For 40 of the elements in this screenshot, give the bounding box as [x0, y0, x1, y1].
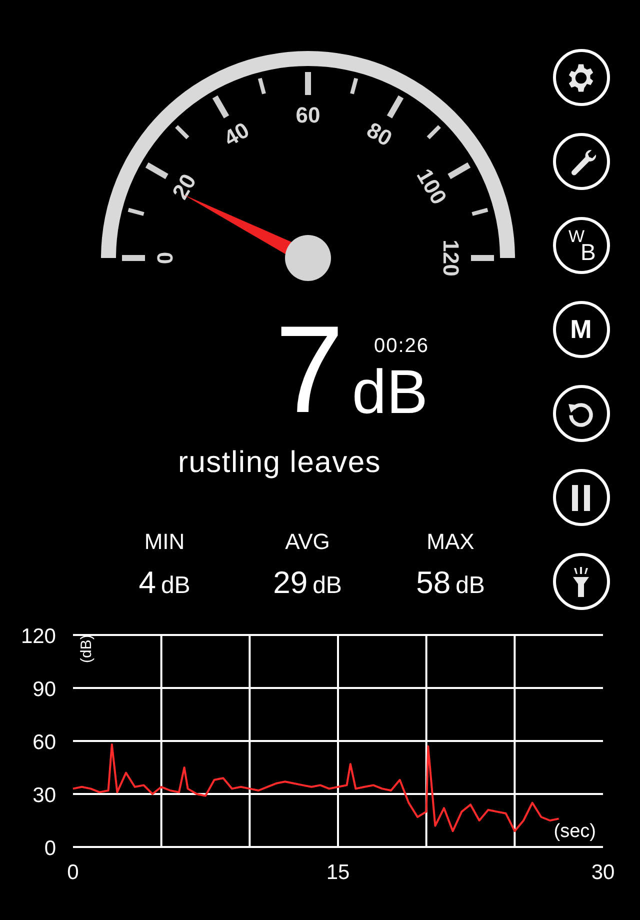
stat-label: MAX: [426, 531, 474, 553]
scale-label: 60: [296, 102, 320, 128]
flashlight-icon: [570, 566, 592, 596]
stat-label: AVG: [285, 531, 330, 553]
scale-label: 100: [412, 164, 452, 209]
wrench-button[interactable]: [552, 133, 610, 190]
needle-hub: [285, 235, 331, 281]
scale-label: 40: [220, 117, 254, 152]
stat-value: 4: [138, 567, 156, 598]
unit-label: dB: [352, 362, 428, 424]
sound-description: rustling leaves: [178, 446, 382, 479]
scale-label: 120: [438, 240, 464, 276]
axis-label: 0: [44, 837, 56, 860]
axis-label: 30: [591, 861, 615, 884]
axis-title: (sec): [554, 821, 596, 842]
elapsed-timer: 00:26: [374, 336, 430, 356]
axis-label: 90: [32, 678, 56, 701]
axis-label: 30: [32, 784, 56, 807]
stat-label: MIN: [144, 531, 185, 553]
stat-unit: dB: [160, 574, 190, 598]
axis-label: 120: [20, 625, 56, 648]
flashlight-button[interactable]: [552, 553, 610, 610]
stat-unit: dB: [312, 574, 342, 598]
stat-value: 58: [416, 567, 451, 598]
settings-icon: [566, 62, 596, 92]
scale-label: 0: [152, 252, 178, 264]
pause-button[interactable]: [552, 469, 610, 526]
mode-button[interactable]: M: [552, 301, 610, 358]
sound-level-reading: 7: [275, 308, 344, 432]
reset-button[interactable]: [552, 385, 610, 442]
axis-label: 15: [326, 861, 350, 884]
axis-label: 60: [32, 731, 56, 754]
scale-label: 80: [362, 117, 396, 152]
axis-label: 0: [67, 861, 79, 884]
scale-label: 20: [167, 170, 202, 204]
stat-value: 29: [273, 567, 308, 598]
axis-title: (dB): [78, 634, 95, 663]
pause-icon: [570, 484, 592, 510]
stat-unit: dB: [456, 574, 485, 598]
settings-button[interactable]: [552, 49, 610, 106]
